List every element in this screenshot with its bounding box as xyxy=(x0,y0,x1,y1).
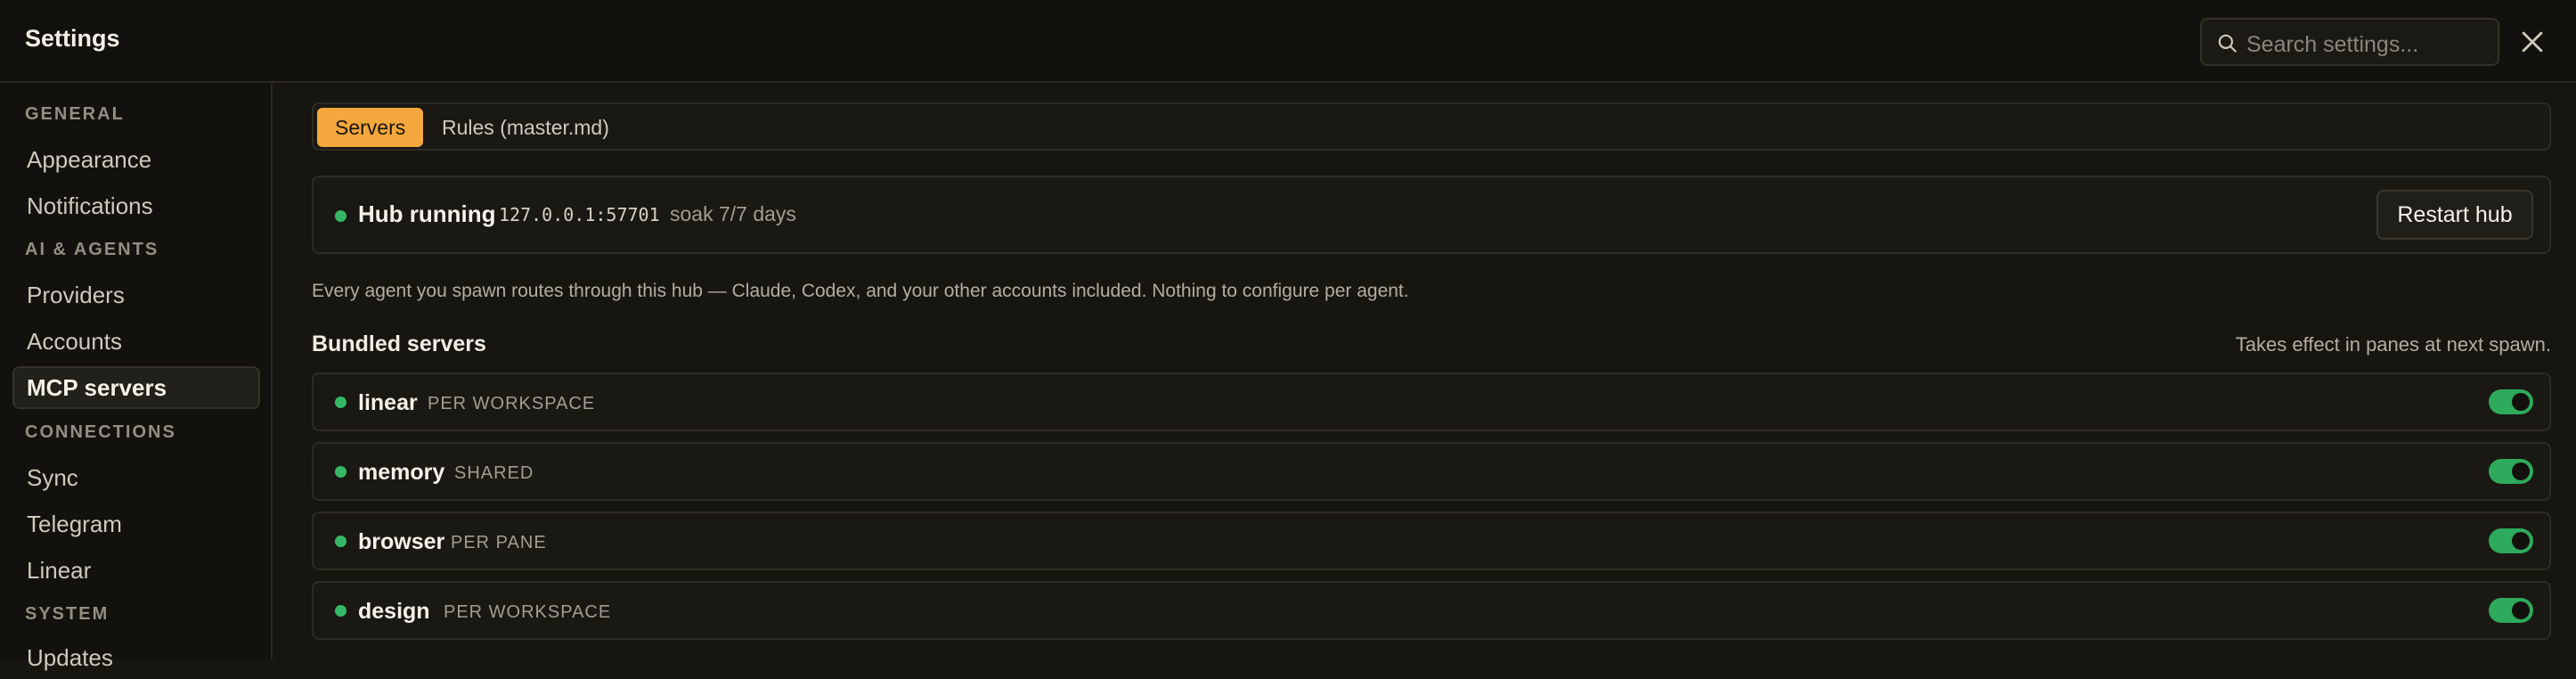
sidebar-section-general: GENERAL xyxy=(25,104,125,124)
hub-info-text: Every agent you spawn routes through thi… xyxy=(312,281,1409,301)
hub-status-label: Hub running xyxy=(358,200,496,227)
restart-hub-button[interactable]: Restart hub xyxy=(2376,190,2533,240)
sidebar-item-notifications[interactable]: Notifications xyxy=(12,184,260,227)
server-row-linear: linear PER WORKSPACE xyxy=(312,372,2551,431)
sidebar-section-system: SYSTEM xyxy=(25,604,110,624)
status-dot-icon xyxy=(335,605,346,617)
server-scope: SHARED xyxy=(454,463,534,483)
hub-soak: soak 7/7 days xyxy=(670,202,796,225)
server-scope: PER WORKSPACE xyxy=(444,602,612,622)
server-name: design xyxy=(358,599,430,624)
server-name: linear xyxy=(358,390,418,415)
sidebar-item-linear[interactable]: Linear xyxy=(12,549,260,592)
main-content: Servers Rules (master.md) Hub running 12… xyxy=(274,85,2576,659)
server-name: browser xyxy=(358,529,445,554)
status-dot-icon xyxy=(335,210,346,222)
sidebar-item-telegram[interactable]: Telegram xyxy=(12,503,260,545)
toggle-knob xyxy=(2512,601,2530,619)
bundled-servers-heading: Bundled servers xyxy=(312,331,486,356)
hub-address: 127.0.0.1:57701 xyxy=(499,204,660,225)
sidebar-item-providers[interactable]: Providers xyxy=(12,274,260,316)
server-row-browser: browser PER PANE xyxy=(312,511,2551,570)
search-icon xyxy=(2218,34,2237,53)
sidebar-item-accounts[interactable]: Accounts xyxy=(12,320,260,363)
server-toggle[interactable] xyxy=(2489,598,2533,623)
tab-rules[interactable]: Rules (master.md) xyxy=(424,108,627,147)
tab-servers[interactable]: Servers xyxy=(317,108,424,147)
server-toggle[interactable] xyxy=(2489,389,2533,414)
sidebar-section-connections: CONNECTIONS xyxy=(25,422,176,442)
status-dot-icon xyxy=(335,466,346,478)
sidebar-section-ai-agents: AI & AGENTS xyxy=(25,240,159,259)
server-scope: PER PANE xyxy=(451,533,547,552)
server-toggle[interactable] xyxy=(2489,528,2533,553)
bundled-servers-note: Takes effect in panes at next spawn. xyxy=(2235,333,2551,356)
tab-bar: Servers Rules (master.md) xyxy=(312,102,2551,151)
sidebar-item-sync[interactable]: Sync xyxy=(12,456,260,499)
hub-status-card: Hub running 127.0.0.1:57701 soak 7/7 day… xyxy=(312,176,2551,254)
search-input[interactable]: Search settings... xyxy=(2200,18,2499,66)
server-scope: PER WORKSPACE xyxy=(428,394,596,413)
sidebar-item-mcp-servers[interactable]: MCP servers xyxy=(12,366,260,409)
search-placeholder: Search settings... xyxy=(2246,32,2419,57)
toggle-knob xyxy=(2512,462,2530,480)
status-dot-icon xyxy=(335,536,346,547)
settings-header: Settings Search settings... xyxy=(0,0,2576,83)
server-toggle[interactable] xyxy=(2489,459,2533,484)
sidebar-item-updates[interactable]: Updates xyxy=(12,636,260,679)
server-row-memory: memory SHARED xyxy=(312,442,2551,501)
server-row-design: design PER WORKSPACE xyxy=(312,581,2551,640)
sidebar-item-appearance[interactable]: Appearance xyxy=(12,138,260,181)
settings-sidebar: GENERAL Appearance Notifications AI & AG… xyxy=(0,83,273,671)
toggle-knob xyxy=(2512,393,2530,411)
toggle-knob xyxy=(2512,532,2530,550)
close-icon[interactable] xyxy=(2517,27,2547,57)
server-name: memory xyxy=(358,460,445,485)
status-dot-icon xyxy=(335,397,346,408)
page-title: Settings xyxy=(25,25,120,52)
